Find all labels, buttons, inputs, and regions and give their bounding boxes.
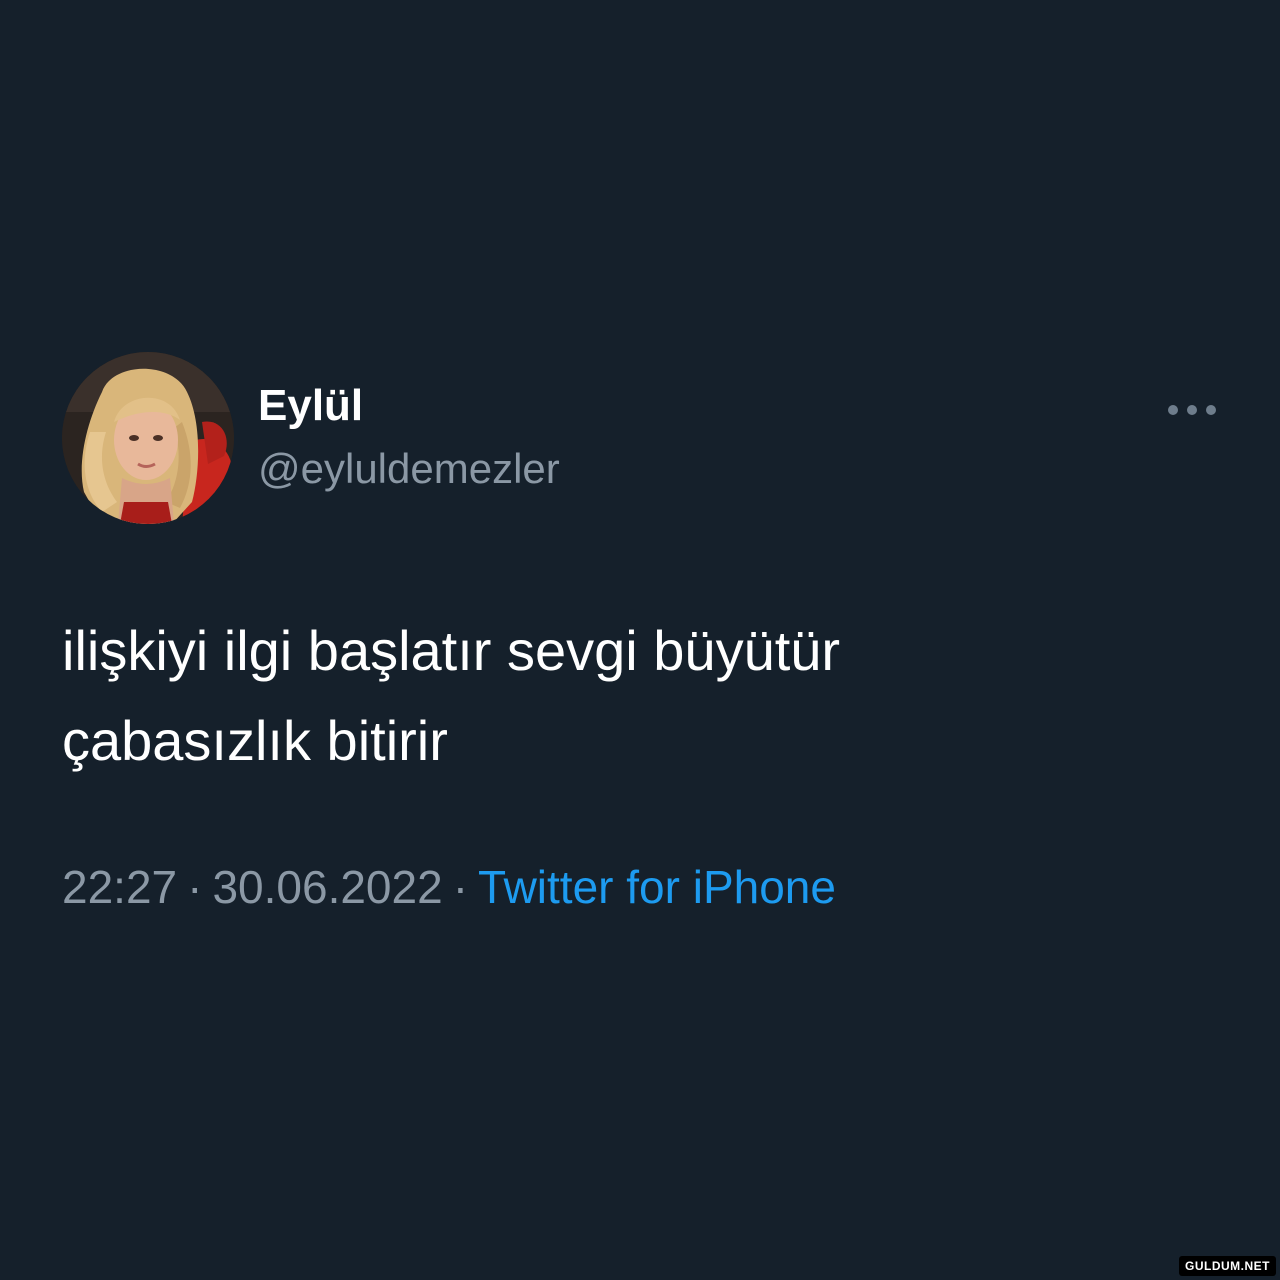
more-dot	[1206, 405, 1216, 415]
tweet-text-line: ilişkiyi ilgi başlatır sevgi büyütür	[62, 619, 841, 682]
tweet-text-line: çabasızlık bitirir	[62, 709, 448, 772]
user-handle[interactable]: @eyluldemezler	[258, 448, 560, 490]
meta-separator: ·	[452, 861, 469, 913]
more-options-icon[interactable]	[1168, 400, 1216, 420]
site-watermark: GULDUM.NET	[1179, 1256, 1276, 1276]
tweet-card: Eylül @eyluldemezler ilişkiyi ilgi başla…	[62, 352, 1222, 914]
more-dot	[1187, 405, 1197, 415]
meta-separator: ·	[187, 861, 203, 913]
more-dot	[1168, 405, 1178, 415]
tweet-date[interactable]: 30.06.2022	[212, 861, 442, 913]
tweet-metadata: 22:27 · 30.06.2022 · Twitter for iPhone	[62, 860, 1222, 914]
tweet-source-link[interactable]: Twitter for iPhone	[478, 861, 836, 913]
tweet-time[interactable]: 22:27	[62, 861, 177, 913]
tweet-text: ilişkiyi ilgi başlatır sevgi büyütür çab…	[62, 606, 1062, 786]
avatar[interactable]	[62, 352, 234, 524]
display-name[interactable]: Eylül	[258, 384, 363, 428]
tweet-header: Eylül @eyluldemezler	[62, 352, 1222, 524]
avatar-photo-icon	[62, 352, 234, 524]
